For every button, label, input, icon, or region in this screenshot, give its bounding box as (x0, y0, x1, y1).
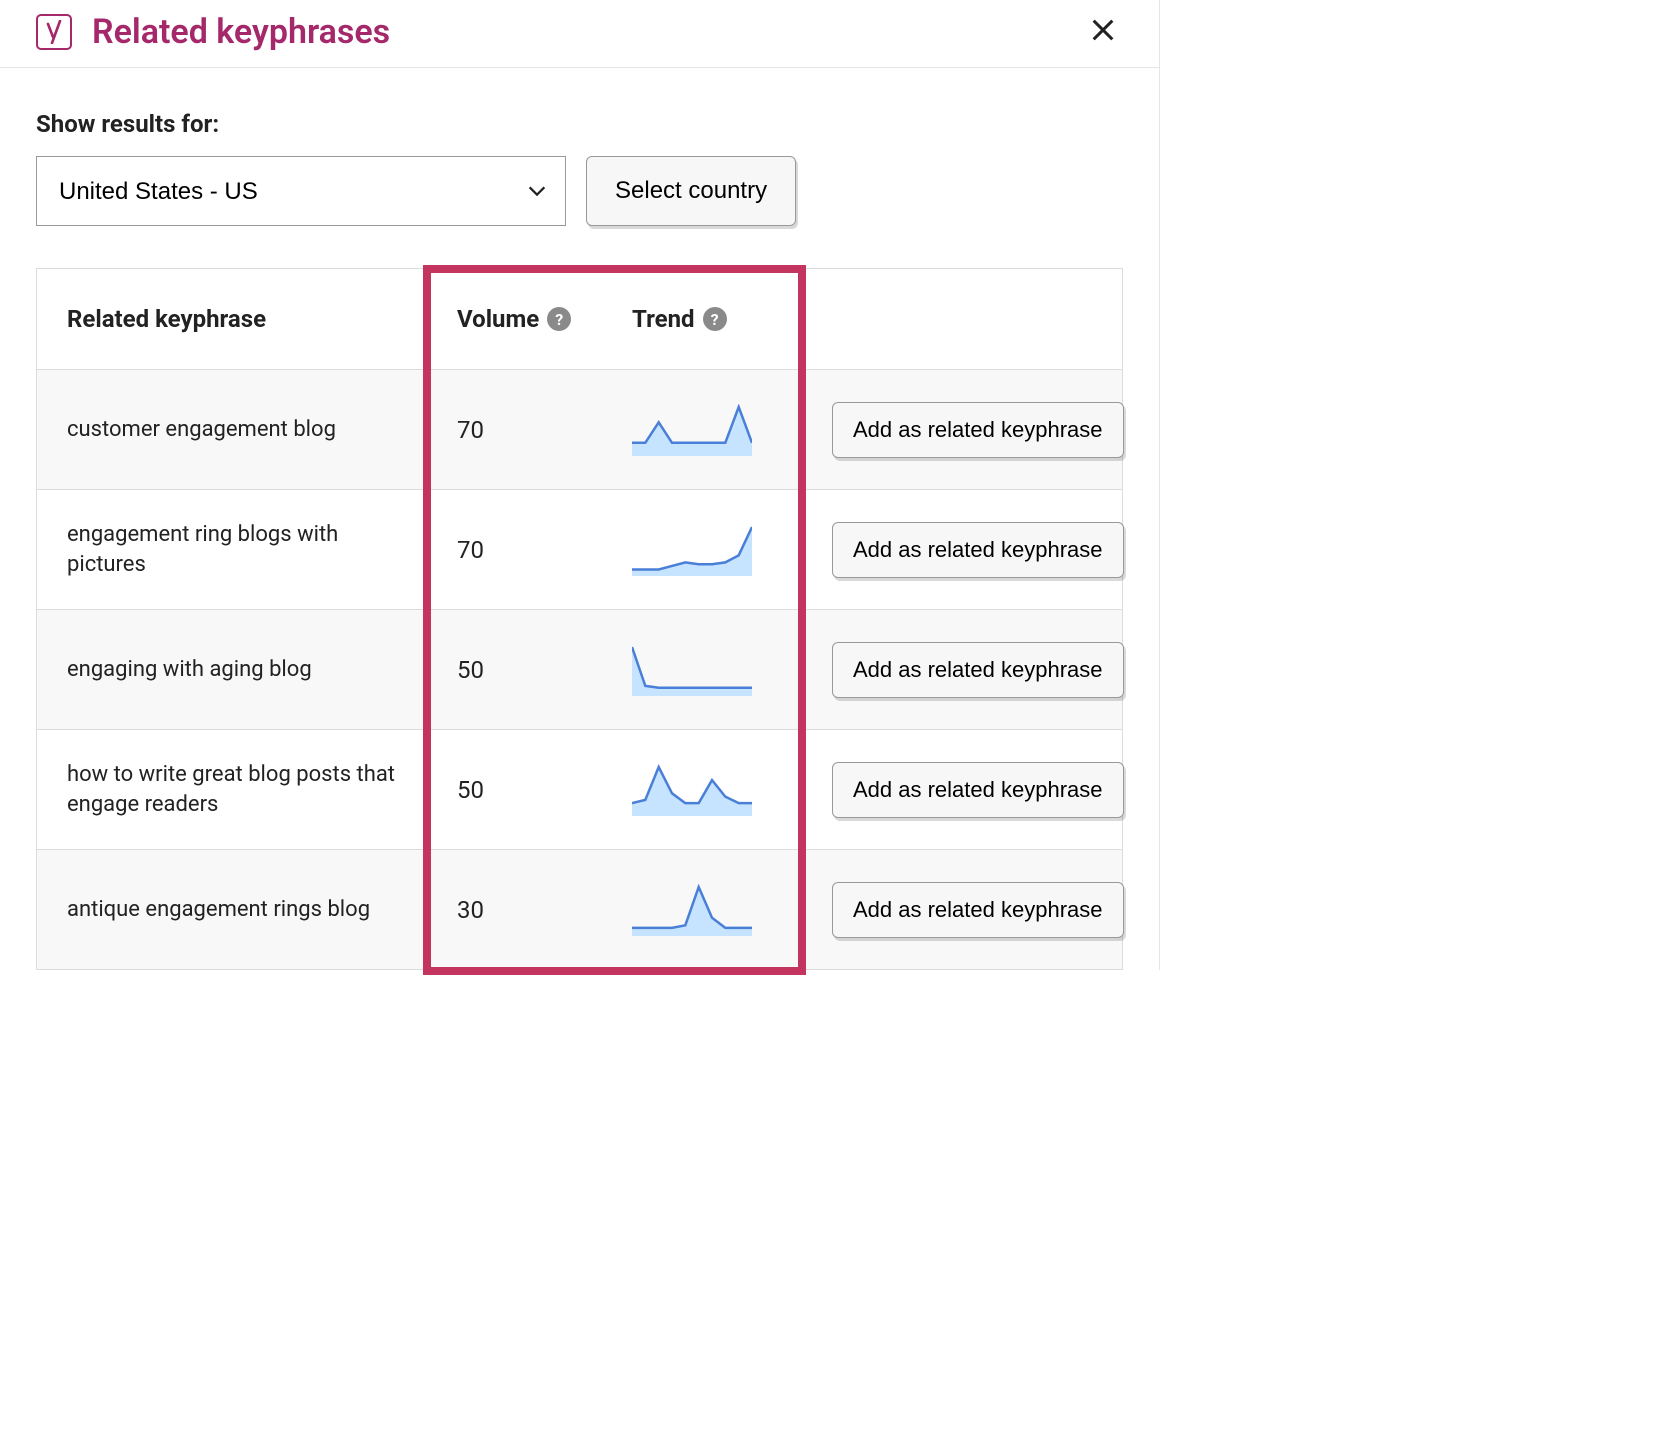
add-keyphrase-button[interactable]: Add as related keyphrase (832, 402, 1124, 458)
cell-keyphrase: engaging with aging blog (37, 631, 427, 709)
col-trend: Trend ? (602, 305, 802, 333)
cell-volume: 70 (427, 536, 602, 564)
help-icon[interactable]: ? (547, 307, 571, 331)
cell-volume: 50 (427, 776, 602, 804)
table-row: engagement ring blogs with pictures 70 A… (37, 489, 1122, 609)
cell-volume: 70 (427, 416, 602, 444)
cell-action: Add as related keyphrase (802, 642, 1142, 698)
table-body: customer engagement blog 70 Add as relat… (37, 369, 1122, 969)
country-select-wrap: United States - US (36, 156, 566, 226)
modal-title: Related keyphrases (92, 12, 390, 52)
cell-trend (602, 404, 802, 456)
add-keyphrase-button[interactable]: Add as related keyphrase (832, 522, 1124, 578)
help-icon[interactable]: ? (703, 307, 727, 331)
cell-trend (602, 644, 802, 696)
trend-sparkline (632, 644, 752, 696)
header-left: Related keyphrases (36, 12, 390, 52)
modal-body: Show results for: United States - US Sel… (0, 68, 1159, 970)
filter-row: United States - US Select country (36, 156, 1123, 226)
add-keyphrase-button[interactable]: Add as related keyphrase (832, 762, 1124, 818)
cell-keyphrase: how to write great blog posts that engag… (37, 736, 427, 843)
cell-volume: 30 (427, 896, 602, 924)
trend-sparkline (632, 524, 752, 576)
close-icon (1089, 16, 1117, 44)
cell-keyphrase: customer engagement blog (37, 391, 427, 469)
related-keyphrases-modal: Related keyphrases Show results for: Uni… (0, 0, 1160, 970)
cell-action: Add as related keyphrase (802, 402, 1142, 458)
table-row: how to write great blog posts that engag… (37, 729, 1122, 849)
close-button[interactable] (1083, 10, 1123, 53)
cell-keyphrase: engagement ring blogs with pictures (37, 496, 427, 603)
yoast-logo-icon (36, 14, 72, 50)
cell-action: Add as related keyphrase (802, 882, 1142, 938)
table-header: Related keyphrase Volume ? Trend ? (37, 269, 1122, 369)
add-keyphrase-button[interactable]: Add as related keyphrase (832, 642, 1124, 698)
select-country-button[interactable]: Select country (586, 156, 796, 226)
country-select[interactable]: United States - US (36, 156, 566, 226)
cell-keyphrase: antique engagement rings blog (37, 871, 427, 949)
cell-trend (602, 764, 802, 816)
add-keyphrase-button[interactable]: Add as related keyphrase (832, 882, 1124, 938)
col-keyphrase: Related keyphrase (37, 305, 427, 333)
cell-volume: 50 (427, 656, 602, 684)
table-row: customer engagement blog 70 Add as relat… (37, 369, 1122, 489)
col-volume: Volume ? (427, 305, 602, 333)
trend-sparkline (632, 404, 752, 456)
modal-header: Related keyphrases (0, 0, 1159, 68)
trend-sparkline (632, 764, 752, 816)
table-row: engaging with aging blog 50 Add as relat… (37, 609, 1122, 729)
cell-trend (602, 524, 802, 576)
trend-sparkline (632, 884, 752, 936)
filter-label: Show results for: (36, 110, 1123, 138)
table-row: antique engagement rings blog 30 Add as … (37, 849, 1122, 969)
cell-trend (602, 884, 802, 936)
cell-action: Add as related keyphrase (802, 522, 1142, 578)
cell-action: Add as related keyphrase (802, 762, 1142, 818)
keyphrase-table: Related keyphrase Volume ? Trend ? custo… (36, 268, 1123, 970)
